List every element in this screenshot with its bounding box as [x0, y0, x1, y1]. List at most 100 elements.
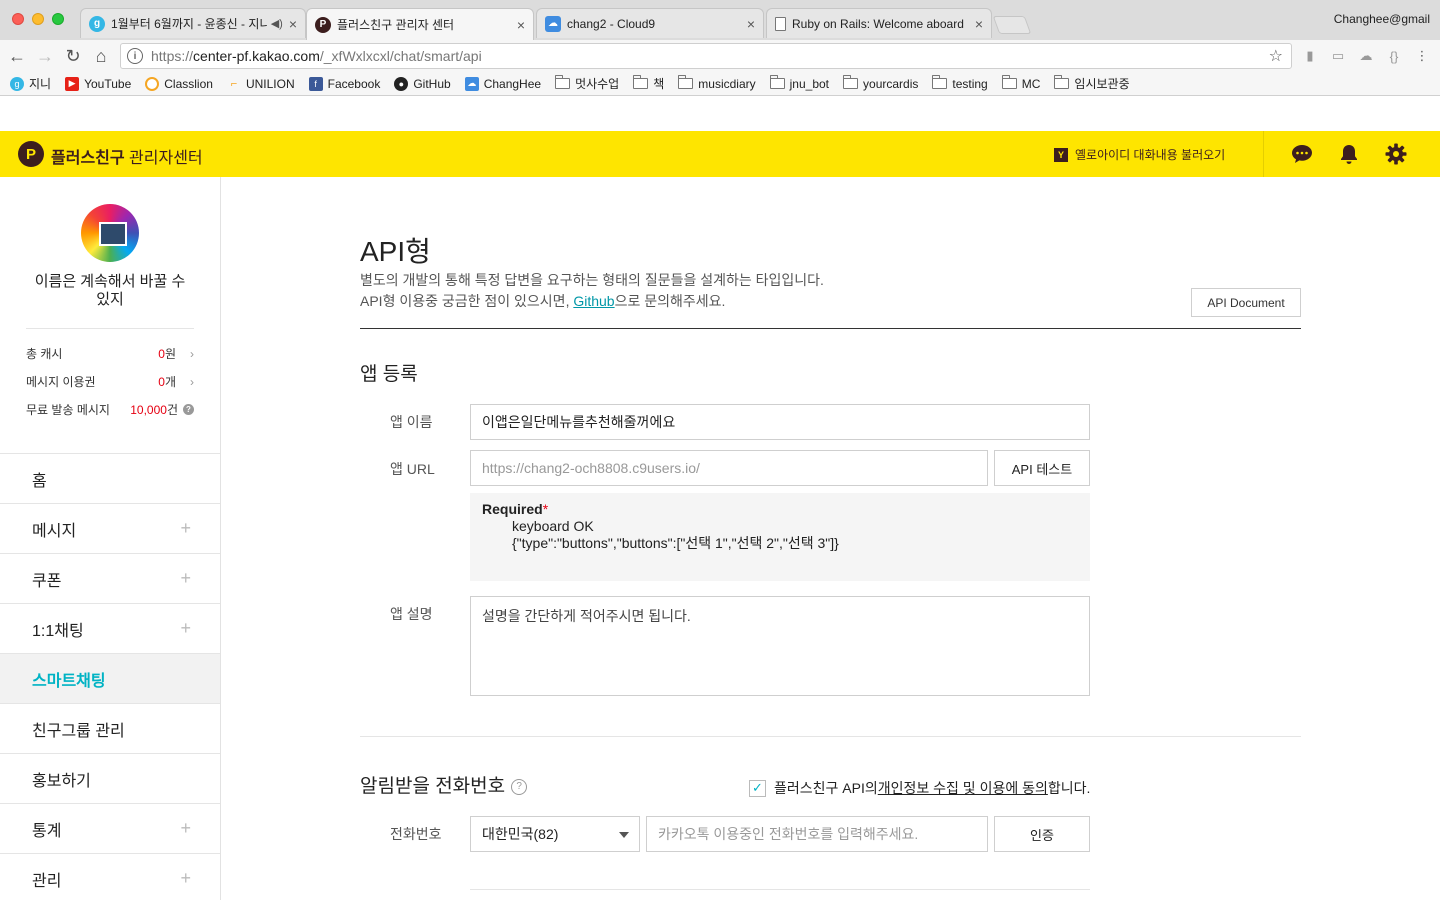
expand-plus-icon[interactable]: + [180, 868, 191, 889]
kakao-plus-icon: P [315, 16, 331, 33]
stat-message-tickets[interactable]: 메시지 이용권 0개 › [26, 373, 194, 390]
bookmark-github[interactable]: ● GitHub [394, 76, 451, 91]
bookmark-genie[interactable]: g 지니 [10, 75, 51, 92]
yellow-id-icon: Y [1054, 147, 1068, 162]
browser-tab-rails[interactable]: Ruby on Rails: Welcome aboard × [766, 8, 992, 38]
help-icon[interactable]: ? [511, 778, 528, 795]
verify-button[interactable]: 인증 [994, 816, 1090, 852]
browser-tab-bar: g 1월부터 6월까지 - 윤종신 - 지니 ◀) × P 플러스친구 관리자 … [0, 0, 1440, 40]
chat-bubble-icon[interactable] [1290, 142, 1314, 166]
folder-icon [678, 75, 694, 89]
sidebar-item-stats[interactable]: 통계 + [0, 803, 220, 853]
folder-icon [932, 75, 948, 89]
expand-plus-icon[interactable]: + [180, 518, 191, 539]
consent-checkbox[interactable]: ✓ [749, 779, 766, 797]
unilion-icon: ⌐ [230, 77, 238, 90]
speaker-icon[interactable]: ◀) [271, 17, 283, 30]
genie-icon: g [10, 76, 24, 91]
avatar[interactable] [81, 204, 139, 262]
sidebar-item-message[interactable]: 메시지 + [0, 503, 220, 553]
folder-icon [555, 75, 571, 89]
bookmark-folder[interactable]: MC [1001, 75, 1040, 91]
bookmark-folder[interactable]: musicdiary [678, 75, 756, 91]
chevron-right-icon: › [190, 346, 194, 361]
bookmark-facebook[interactable]: f Facebook [308, 76, 380, 91]
phone-section-heading: 알림받을 전화번호? [360, 771, 528, 798]
sidebar-item-manage[interactable]: 관리 + [0, 853, 220, 903]
country-code-select[interactable]: 대한민국(82) [470, 816, 640, 852]
window-close-button[interactable] [12, 13, 24, 25]
bookmark-folder[interactable]: 멋사수업 [555, 75, 619, 92]
bookmark-star-icon[interactable]: ☆ [1269, 46, 1283, 66]
api-test-button[interactable]: API 테스트 [994, 450, 1090, 486]
bookmark-folder[interactable]: yourcardis [843, 75, 918, 91]
bookmark-folder[interactable]: testing [932, 75, 988, 91]
privacy-policy-link[interactable]: 개인정보 수집 및 이용에 동의 [878, 778, 1048, 798]
tab-close-icon[interactable]: × [517, 17, 525, 33]
github-link[interactable]: Github [573, 293, 614, 309]
bell-icon[interactable] [1337, 142, 1361, 166]
bookmark-changhee[interactable]: ☁ ChangHee [464, 76, 541, 91]
window-minimize-button[interactable] [32, 13, 44, 25]
classlion-icon [145, 76, 160, 91]
extension-cast-icon[interactable]: ▭ [1330, 48, 1346, 64]
address-bar[interactable]: i https://center-pf.kakao.com/_xfWxlxcxl… [120, 43, 1292, 69]
browser-tab-genie[interactable]: g 1월부터 6월까지 - 윤종신 - 지니 ◀) × [80, 8, 306, 38]
stat-total-cash[interactable]: 총 캐시 0원 › [26, 345, 194, 362]
bookmark-unilion[interactable]: ⌐ UNILION [227, 77, 295, 91]
bookmark-youtube[interactable]: ▶ YouTube [65, 76, 131, 91]
header-divider [1263, 131, 1264, 177]
tab-close-icon[interactable]: × [975, 16, 983, 32]
page-title: API형 [360, 236, 431, 267]
site-info-icon[interactable]: i [127, 48, 143, 64]
extension-cloud-icon[interactable]: ☁ [1358, 48, 1374, 64]
plus-friend-logo-icon[interactable]: P [18, 141, 44, 167]
window-maximize-button[interactable] [52, 13, 64, 25]
sidebar-item-home[interactable]: 홈 [0, 453, 220, 503]
app-name-input[interactable]: 이앱은일단메뉴를추천해줄꺼에요 [470, 404, 1090, 440]
bookmark-folder[interactable]: jnu_bot [769, 75, 829, 91]
main-content: API형 별도의 개발의 통해 특정 답변을 요구하는 형태의 질문들을 설계하… [221, 177, 1440, 900]
sidebar-nav: 홈 메시지 + 쿠폰 + 1:1채팅 + 스마트채팅 친구그룹 관리 홍보하기 통계 +… [0, 453, 220, 903]
extension-json-icon[interactable]: {} [1386, 48, 1402, 64]
api-document-button[interactable]: API Document [1191, 288, 1301, 317]
folder-icon [1001, 75, 1017, 89]
reload-icon[interactable]: ↻ [62, 45, 84, 67]
new-tab-button[interactable] [992, 16, 1032, 34]
sidebar-item-chat[interactable]: 1:1채팅 + [0, 603, 220, 653]
section-divider [360, 736, 1301, 737]
browser-menu-icon[interactable]: ⋮ [1414, 48, 1430, 64]
bookmark-folder[interactable]: 임시보관중 [1054, 75, 1130, 92]
folder-icon [843, 75, 859, 89]
forward-icon[interactable]: → [34, 45, 56, 67]
sidebar-item-smart-chat[interactable]: 스마트채팅 [0, 653, 220, 703]
browser-tab-cloud9[interactable]: ☁ chang2 - Cloud9 × [536, 8, 764, 38]
app-desc-textarea[interactable]: 설명을 간단하게 적어주시면 됩니다. [470, 596, 1090, 696]
yellow-id-import-link[interactable]: Y 옐로아이디 대화내용 불러오기 [1054, 146, 1225, 163]
expand-plus-icon[interactable]: + [180, 618, 191, 639]
chevron-right-icon: › [190, 374, 194, 389]
sidebar-item-coupon[interactable]: 쿠폰 + [0, 553, 220, 603]
header-brand[interactable]: 플러스친구 관리자센터 [51, 144, 203, 168]
profile-button[interactable]: Changhee@gmail [1334, 12, 1430, 26]
bookmark-folder[interactable]: 책 [633, 75, 664, 92]
phone-label: 전화번호 [390, 826, 442, 842]
sidebar-item-friend-groups[interactable]: 친구그룹 관리 [0, 703, 220, 753]
sidebar-divider [26, 328, 194, 329]
expand-plus-icon[interactable]: + [180, 568, 191, 589]
tab-close-icon[interactable]: × [289, 16, 297, 32]
phone-number-input[interactable]: 카카오톡 이용중인 전화번호를 입력해주세요. [646, 816, 988, 852]
expand-plus-icon[interactable]: + [180, 818, 191, 839]
app-url-input[interactable]: https://chang2-och8808.c9users.io/ [470, 450, 988, 486]
gear-icon[interactable] [1384, 142, 1408, 166]
extension-reader-icon[interactable]: ▮ [1302, 48, 1318, 64]
home-icon[interactable]: ⌂ [90, 45, 112, 67]
tab-close-icon[interactable]: × [747, 16, 755, 32]
folder-icon [769, 75, 785, 89]
back-icon[interactable]: ← [6, 45, 28, 67]
privacy-consent: ✓ 플러스친구 API의 개인정보 수집 및 이용에 동의 합니다. [749, 778, 1090, 798]
bookmark-classlion[interactable]: Classlion [145, 76, 213, 91]
browser-tab-kakao[interactable]: P 플러스친구 관리자 센터 × [306, 8, 534, 40]
help-icon[interactable]: ? [183, 404, 194, 415]
sidebar-item-promote[interactable]: 홍보하기 [0, 753, 220, 803]
